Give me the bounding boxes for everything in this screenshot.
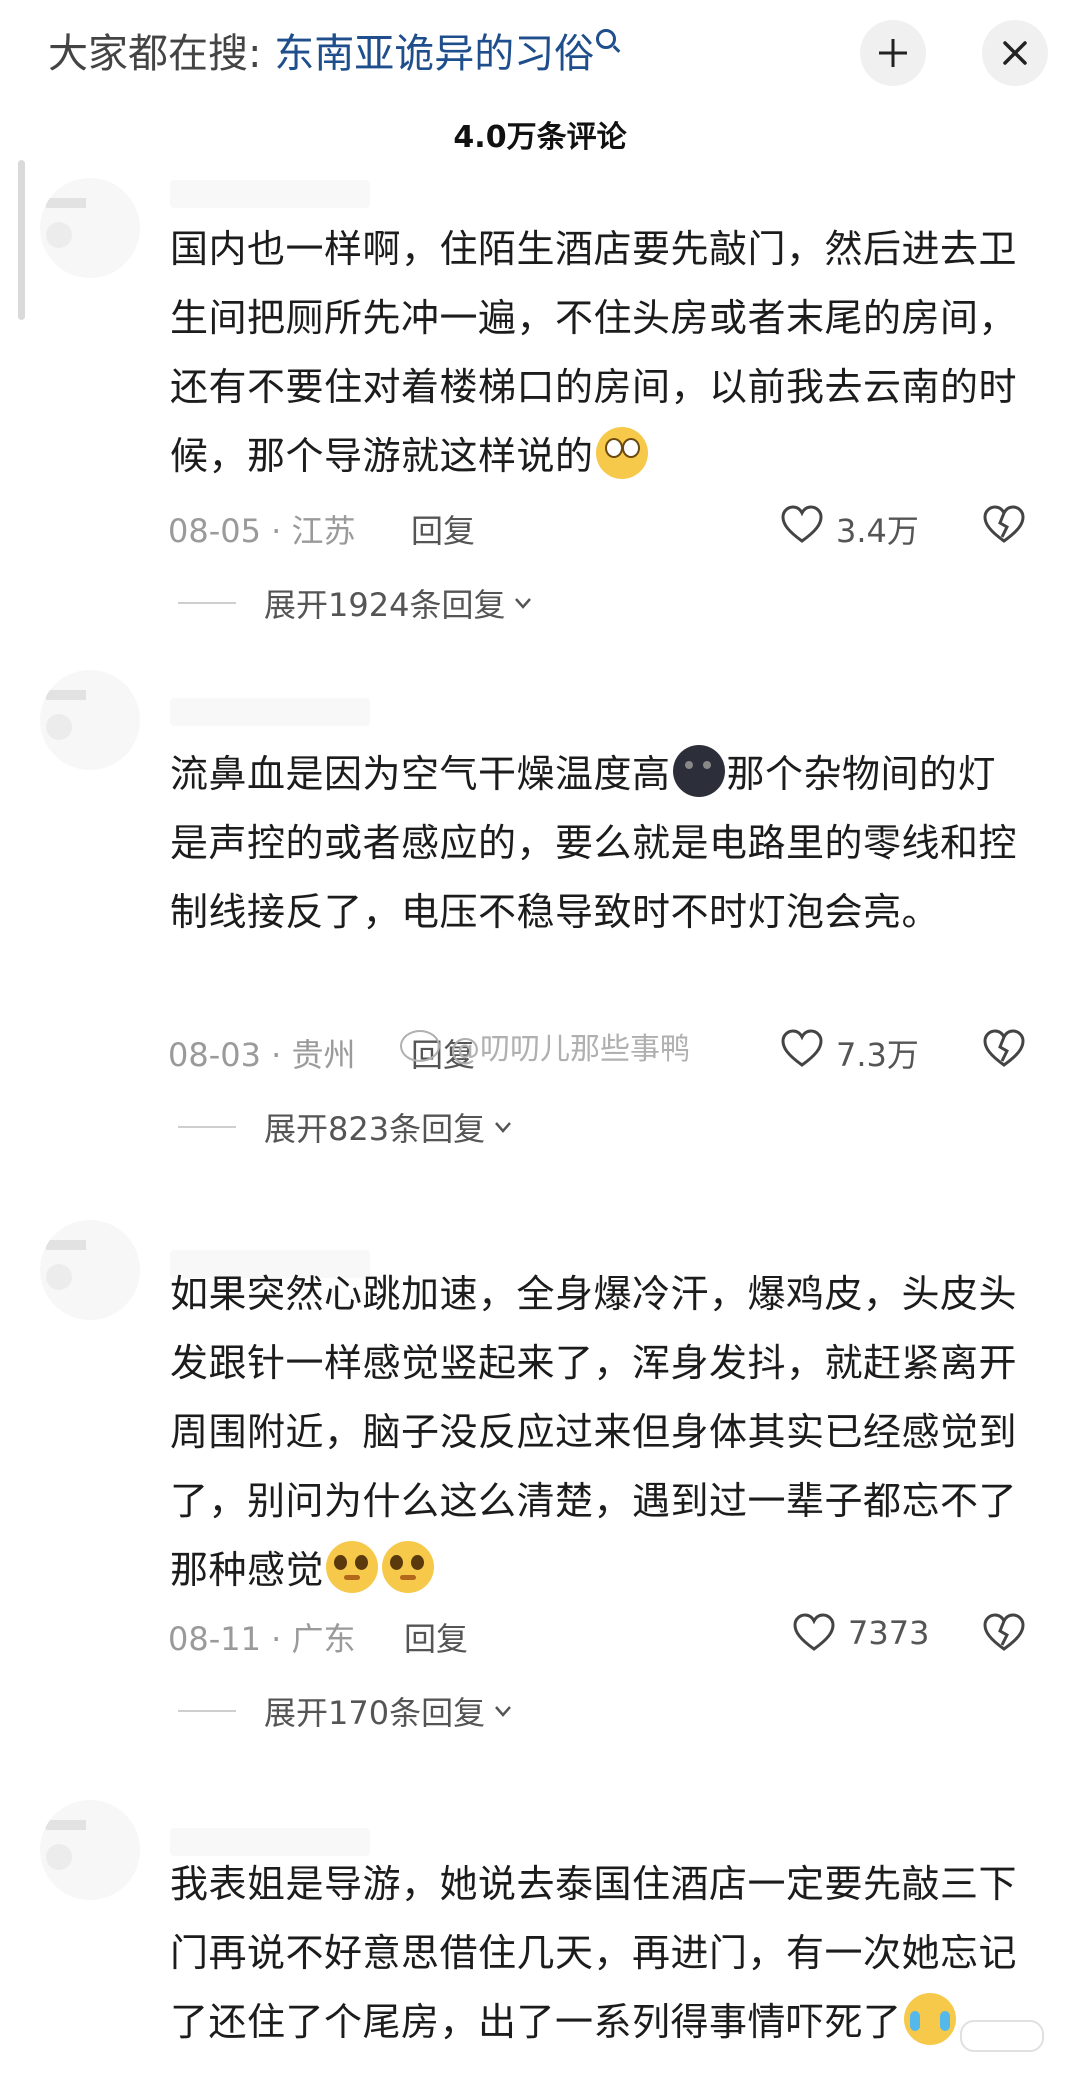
pleading-face-emoji-icon [326,1541,379,1593]
search-suggestion-keyword[interactable]: 东南亚诡异的习俗 [274,31,594,77]
comment-text: 如果突然心跳加速，全身爆冷汗，爆鸡皮，头皮头发跟针一样感觉竖起来了，浑身发抖，就… [170,1260,1025,1605]
avatar[interactable] [40,178,140,278]
broken-heart-icon[interactable] [982,503,1026,547]
corner-watermark [960,2020,1044,2052]
like-count: 7.3万 [836,1036,919,1074]
reply-button[interactable]: 回复 [411,506,475,552]
reply-button[interactable]: 回复 [404,1614,468,1660]
comment-date-location: 08-11 · 广东 [168,1620,356,1658]
weibo-watermark: @叨叨儿那些事鸭 [400,1024,690,1068]
comment-count: 4.0万条评论 [453,120,627,155]
comment-date-location: 08-05 · 江苏 [168,512,356,550]
expand-replies-button[interactable]: 展开170条回复 [178,1688,513,1734]
comment-text: 我表姐是导游，她说去泰国住酒店一定要先敲三下门再说不好意思借住几天，再进门，有一… [170,1850,1025,2057]
comment-date: 08-11 [168,1620,261,1658]
comment-text: 国内也一样啊，住陌生酒店要先敲门，然后进去卫生间把厕所先冲一遍，不住头房或者末尾… [170,215,1025,491]
close-button[interactable] [982,20,1048,86]
comment-location: 贵州 [291,1036,356,1074]
eye-roll-emoji-icon [595,427,648,479]
scrollbar[interactable] [18,160,25,320]
comment-text-part: 国内也一样啊，住陌生酒店要先敲门，然后进去卫生间把厕所先冲一遍，不住头房或者末尾… [170,227,1018,478]
comment-text-part: 如果突然心跳加速，全身爆冷汗，爆鸡皮，头皮头发跟针一样感觉竖起来了，浑身发抖，就… [170,1272,1018,1592]
watermark-text: @叨叨儿那些事鸭 [450,1032,690,1067]
close-icon [1003,41,1027,65]
expand-replies-button[interactable]: 展开1924条回复 [178,580,533,626]
top-bar: 大家都在搜: 东南亚诡异的习俗 [0,0,1080,110]
heart-icon[interactable] [780,503,824,547]
expand-replies-button[interactable]: 展开823条回复 [178,1104,513,1150]
avatar[interactable] [40,1220,140,1320]
weibo-logo-icon [400,1030,440,1062]
expand-replies-label: 展开170条回复 [264,1694,486,1732]
heart-icon[interactable] [780,1027,824,1071]
like-count: 3.4万 [836,512,919,550]
comment-text-part: 流鼻血是因为空气干燥温度高 [170,752,671,796]
comment-date-location: 08-03 · 贵州 [168,1036,356,1074]
comment-location: 江苏 [291,512,356,550]
expand-replies-label: 展开823条回复 [264,1110,486,1148]
comment-text-part: 我表姐是导游，她说去泰国住酒店一定要先敲三下门再说不好意思借住几天，再进门，有一… [170,1862,1018,2044]
like-count: 7373 [848,1614,930,1652]
divider-line [178,1126,236,1128]
comment-meta: 08-11 · 广东 回复 7373 [168,1608,1038,1658]
divider-line [178,602,236,604]
comment-date: 08-03 [168,1036,261,1074]
comment-text: 流鼻血是因为空气干燥温度高 那个杂物间的灯是声控的或者感应的，要么就是电路里的零线… [170,740,1025,947]
divider-line [178,1710,236,1712]
pleading-face-emoji-icon [382,1541,435,1593]
chevron-down-icon [495,1122,512,1133]
collapse-icon [879,39,907,67]
chevron-down-icon [495,1706,512,1717]
avatar[interactable] [40,1800,140,1900]
expand-replies-label: 展开1924条回复 [264,586,506,624]
broken-heart-icon[interactable] [982,1611,1026,1655]
avatar[interactable] [40,670,140,770]
chevron-down-icon [515,598,532,609]
comment-meta: 08-05 · 江苏 回复 3.4万 [168,500,1038,550]
heart-icon[interactable] [792,1611,836,1655]
collapse-button[interactable] [860,20,926,86]
search-suggestion-prefix: 大家都在搜: [48,31,262,77]
username[interactable] [170,698,370,726]
comment-location: 广东 [291,1620,356,1658]
comment-date: 08-05 [168,512,261,550]
broken-heart-icon[interactable] [982,1027,1026,1071]
username[interactable] [170,180,370,208]
new-moon-face-emoji-icon [672,745,725,797]
search-suggestion[interactable]: 大家都在搜: 东南亚诡异的习俗 [48,26,617,82]
crying-face-emoji-icon [903,1993,956,2045]
search-icon [596,29,617,49]
